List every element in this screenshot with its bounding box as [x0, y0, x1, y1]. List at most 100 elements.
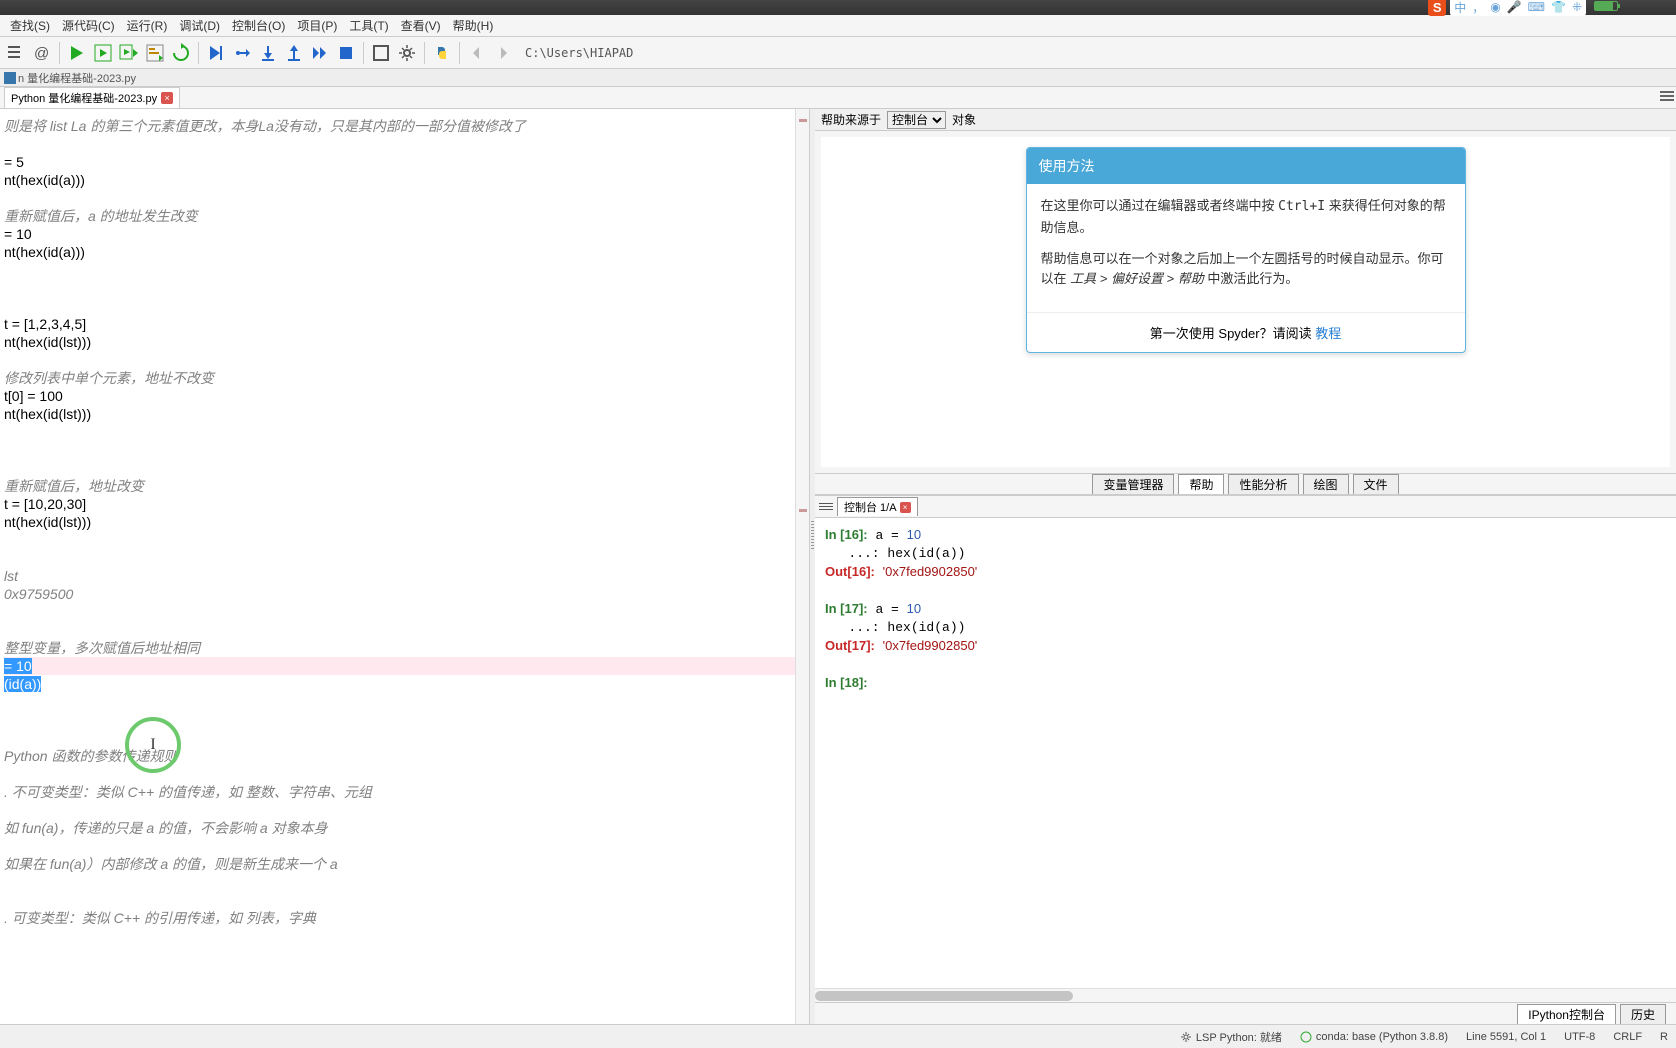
code-line[interactable]: nt(hex(id(a))): [4, 171, 809, 189]
code-line[interactable]: [4, 261, 809, 279]
code-line[interactable]: (id(a)): [4, 675, 809, 693]
status-lsp[interactable]: LSP Python: 就绪: [1180, 1029, 1282, 1045]
file-breadcrumb[interactable]: n 量化编程基础-2023.py: [0, 69, 1676, 87]
menu-source[interactable]: 源代码(C): [56, 14, 121, 37]
python-path-button[interactable]: [430, 41, 454, 65]
code-line[interactable]: 0x9759500: [4, 585, 809, 603]
editor-scrollbar[interactable]: [795, 109, 809, 1024]
code-line[interactable]: [4, 549, 809, 567]
ime-status[interactable]: 中 ， ◉ 🎤 ⌨ 👕 ⁜: [1450, 0, 1586, 16]
code-line[interactable]: [4, 729, 809, 747]
outline-button[interactable]: [4, 41, 28, 65]
code-line[interactable]: = 10: [4, 657, 809, 675]
run-selection-button[interactable]: [143, 41, 167, 65]
menu-view[interactable]: 查看(V): [395, 14, 447, 37]
code-line[interactable]: Python 函数的参数传递规则: [4, 747, 809, 765]
code-line[interactable]: [4, 531, 809, 549]
code-line[interactable]: nt(hex(id(lst))): [4, 513, 809, 531]
tab-profiler[interactable]: 性能分析: [1228, 474, 1298, 494]
code-line[interactable]: [4, 459, 809, 477]
debug-step-button[interactable]: [230, 41, 254, 65]
debug-step-into-button[interactable]: [256, 41, 280, 65]
menu-help[interactable]: 帮助(H): [447, 14, 500, 37]
editor-tab[interactable]: Python 量化编程基础-2023.py ×: [4, 87, 180, 108]
cwd-path[interactable]: C:\Users\HIAPAD: [525, 46, 633, 60]
code-line[interactable]: nt(hex(id(lst))): [4, 405, 809, 423]
maximize-pane-button[interactable]: [369, 41, 393, 65]
run-file-button[interactable]: [65, 41, 89, 65]
cwd-back-button[interactable]: [465, 41, 489, 65]
gear-icon: [1180, 1031, 1192, 1043]
status-encoding[interactable]: UTF-8: [1564, 1031, 1595, 1043]
code-line[interactable]: [4, 135, 809, 153]
code-line[interactable]: 如 fun(a)，传递的只是 a 的值，不会影响 a 对象本身: [4, 819, 809, 837]
code-line[interactable]: lst: [4, 567, 809, 585]
code-line[interactable]: = 5: [4, 153, 809, 171]
run-cell-button[interactable]: [91, 41, 115, 65]
code-line[interactable]: [4, 603, 809, 621]
code-line[interactable]: [4, 621, 809, 639]
tab-files[interactable]: 文件: [1353, 474, 1399, 494]
code-line[interactable]: [4, 423, 809, 441]
code-line[interactable]: [4, 279, 809, 297]
rerun-button[interactable]: [169, 41, 193, 65]
status-conda[interactable]: conda: base (Python 3.8.8): [1300, 1031, 1448, 1043]
panel-options-icon[interactable]: [1660, 89, 1674, 103]
console-tab[interactable]: 控制台 1/A ×: [837, 497, 918, 516]
tutorial-link[interactable]: 教程: [1315, 326, 1341, 341]
preferences-button[interactable]: [395, 41, 419, 65]
menu-run[interactable]: 运行(R): [121, 14, 174, 37]
status-eol[interactable]: CRLF: [1613, 1031, 1642, 1043]
code-line[interactable]: 如果在 fun(a)）内部修改 a 的值，则是新生成来一个 a: [4, 855, 809, 873]
code-line[interactable]: [4, 189, 809, 207]
code-editor[interactable]: 则是将 list La 的第三个元素值更改，本身La没有动，只是其内部的一部分值…: [0, 109, 810, 1024]
code-line[interactable]: . 可变类型：类似 C++ 的引用传递，如 列表，字典: [4, 909, 809, 927]
menu-tools[interactable]: 工具(T): [343, 14, 394, 37]
code-line[interactable]: [4, 837, 809, 855]
code-line[interactable]: [4, 351, 809, 369]
debug-stop-button[interactable]: [334, 41, 358, 65]
close-tab-button[interactable]: ×: [161, 92, 173, 104]
run-cell-advance-button[interactable]: [117, 41, 141, 65]
code-line[interactable]: t[0] = 100: [4, 387, 809, 405]
debug-continue-button[interactable]: [308, 41, 332, 65]
code-line[interactable]: . 不可变类型：类似 C++ 的值传递，如 整数、字符串、元组: [4, 783, 809, 801]
code-line[interactable]: [4, 765, 809, 783]
code-line[interactable]: t = [10,20,30]: [4, 495, 809, 513]
tab-help[interactable]: 帮助: [1178, 474, 1224, 494]
code-line[interactable]: t = [1,2,3,4,5]: [4, 315, 809, 333]
debug-step-out-button[interactable]: [282, 41, 306, 65]
code-line[interactable]: nt(hex(id(a))): [4, 243, 809, 261]
menu-console[interactable]: 控制台(O): [226, 14, 291, 37]
code-line[interactable]: [4, 711, 809, 729]
code-line[interactable]: [4, 873, 809, 891]
code-line[interactable]: 整型变量，多次赋值后地址相同: [4, 639, 809, 657]
tab-ipython-console[interactable]: IPython控制台: [1517, 1004, 1616, 1024]
menu-find[interactable]: 查找(S): [4, 14, 56, 37]
tab-history[interactable]: 历史: [1620, 1004, 1666, 1024]
code-line[interactable]: [4, 891, 809, 909]
console-hscrollbar[interactable]: [815, 988, 1676, 1002]
menu-project[interactable]: 项目(P): [291, 14, 343, 37]
vertical-resizer[interactable]: [810, 109, 815, 1024]
tab-plots[interactable]: 绘图: [1303, 474, 1349, 494]
code-line[interactable]: = 10: [4, 225, 809, 243]
cwd-forward-button[interactable]: [491, 41, 515, 65]
close-console-button[interactable]: ×: [900, 502, 911, 513]
code-line[interactable]: [4, 297, 809, 315]
code-line[interactable]: [4, 693, 809, 711]
help-source-select[interactable]: 控制台: [887, 111, 946, 129]
debug-start-button[interactable]: [204, 41, 228, 65]
code-line[interactable]: 则是将 list La 的第三个元素值更改，本身La没有动，只是其内部的一部分值…: [4, 117, 809, 135]
at-button[interactable]: @: [30, 41, 54, 65]
menu-debug[interactable]: 调试(D): [173, 14, 226, 37]
code-line[interactable]: 重新赋值后，地址改变: [4, 477, 809, 495]
code-line[interactable]: nt(hex(id(lst))): [4, 333, 809, 351]
code-line[interactable]: 重新赋值后，a 的地址发生改变: [4, 207, 809, 225]
tab-variable-explorer[interactable]: 变量管理器: [1092, 474, 1174, 494]
code-line[interactable]: [4, 801, 809, 819]
code-line[interactable]: 修改列表中单个元素，地址不改变: [4, 369, 809, 387]
code-line[interactable]: [4, 441, 809, 459]
console-options-icon[interactable]: [819, 500, 833, 514]
console-output[interactable]: In [16]: a = 10 ...: hex(id(a)) Out[16]:…: [815, 518, 1676, 988]
